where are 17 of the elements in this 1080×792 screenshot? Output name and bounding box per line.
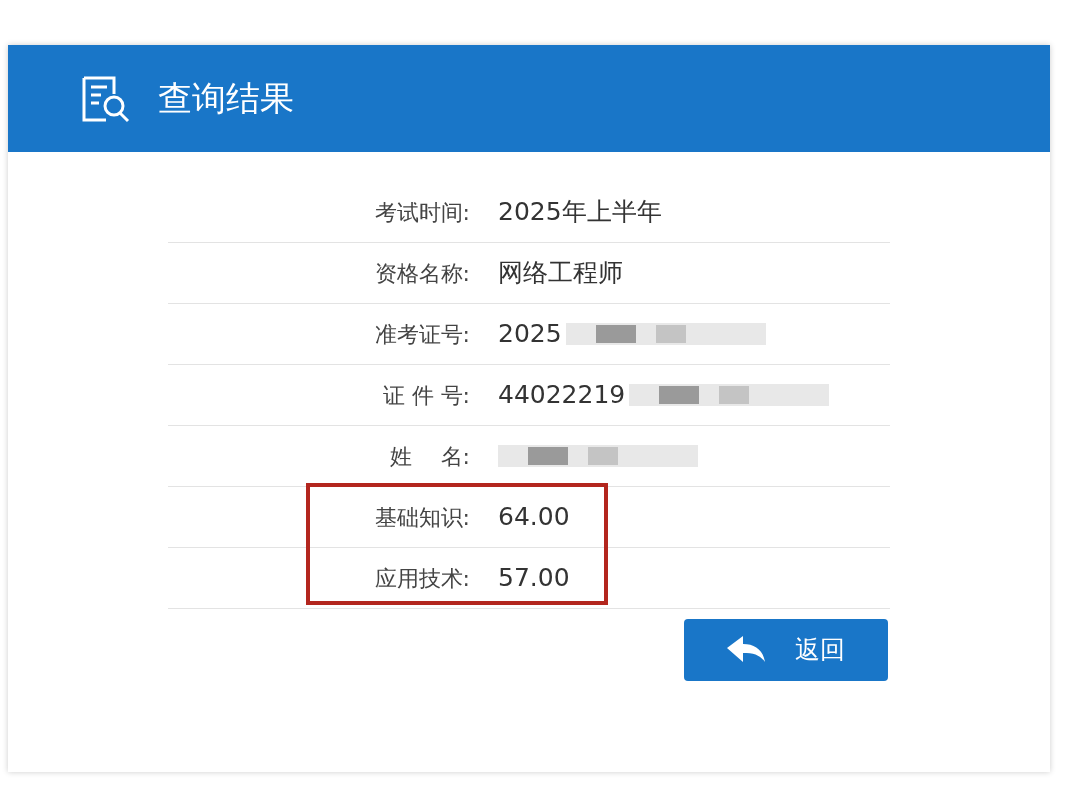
field-value: 2025年上半年 bbox=[498, 196, 662, 229]
field-label: 应用技术: bbox=[373, 564, 470, 593]
field-label: 证 件 号: bbox=[381, 381, 470, 410]
field-label: 资格名称: bbox=[373, 259, 470, 288]
page-title: 查询结果 bbox=[158, 77, 294, 120]
field-label: 准考证号: bbox=[373, 320, 470, 349]
field-label: 姓 名: bbox=[388, 442, 470, 471]
search-document-icon bbox=[80, 74, 132, 123]
field-value: 57.00 bbox=[498, 562, 570, 595]
field-label: 考试时间: bbox=[373, 198, 470, 227]
field-value: 64.00 bbox=[498, 501, 570, 534]
back-button[interactable]: 返回 bbox=[684, 619, 888, 681]
field-value: 44022219 bbox=[498, 379, 626, 412]
field-label: 基础知识: bbox=[373, 503, 470, 532]
field-value: 网络工程师 bbox=[498, 257, 623, 290]
back-arrow-icon bbox=[727, 636, 765, 664]
field-value: 2025 bbox=[498, 318, 562, 351]
